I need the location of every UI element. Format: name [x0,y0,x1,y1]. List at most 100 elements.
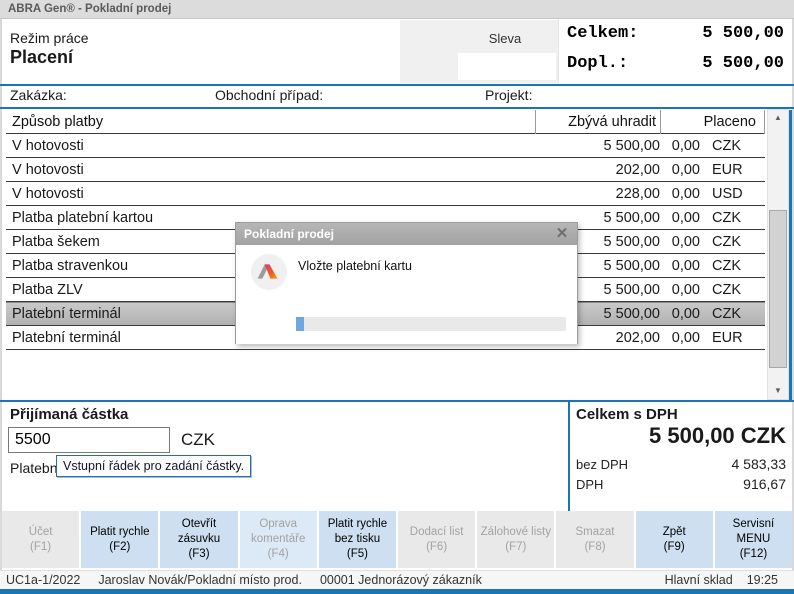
vat-value: 916,67 [743,476,786,492]
paid-cell: 0,00 [660,162,700,178]
status-warehouse: Hlavní sklad [665,573,733,587]
amount-currency-label: CZK [181,430,215,450]
business-case-label: Obchodní případ: [215,87,323,103]
button-label: Oprava komentáře [242,517,315,547]
function-button-f5[interactable]: Platit rychle bez tisku(F5) [319,511,396,568]
button-label: Zálohové listy [481,525,551,540]
currency-cell: CZK [700,258,765,274]
currency-cell: EUR [700,330,765,346]
paid-cell: 0,00 [660,210,700,226]
amount-input-tooltip: Vstupní řádek pro zadání částky. [56,455,251,477]
button-fkey: (F1) [30,540,51,555]
currency-cell: CZK [700,138,765,154]
button-label: Zpět [663,525,686,540]
dialog-titlebar: Pokladní prodej ✕ [236,223,577,245]
abra-logo-icon [250,253,288,291]
table-scrollbar[interactable]: ▲ ▼ [767,109,789,400]
payment-method-cell: V hotovosti [6,162,535,178]
window-titlebar: ABRA Gen® - Pokladní prodej [0,0,794,19]
work-mode-value: Placení [10,47,73,68]
currency-cell: CZK [700,306,765,322]
remainder-row: Dopl.: 5 500,00 [559,51,792,77]
column-header-method[interactable]: Způsob platby [6,114,535,130]
remaining-cell: 202,00 [535,162,660,178]
total-value: 5 500,00 [702,24,784,43]
button-label: Platit rychle [90,525,149,540]
status-operator: Jaroslav Novák/Pokladní místo prod. [98,573,302,587]
window-bottom-accent [0,589,794,594]
work-mode-label: Režim práce [10,30,89,46]
totals-panel: Celkem: 5 500,00 Dopl.: 5 500,00 [558,19,792,83]
without-vat-label: bez DPH [576,457,628,472]
progress-fill [296,317,304,331]
total-label: Celkem: [567,24,638,43]
column-header-paid[interactable]: Placeno [660,110,765,134]
function-button-f12[interactable]: Servisní MENU(F12) [715,511,792,568]
function-button-f7[interactable]: Zálohové listy(F7) [477,511,554,568]
divider-line [0,107,794,109]
function-button-f2[interactable]: Platit rychle(F2) [81,511,158,568]
currency-cell: USD [700,186,765,202]
function-button-f3[interactable]: Otevřít zásuvku(F3) [160,511,237,568]
table-row[interactable]: V hotovosti202,000,00EUR [6,158,765,182]
paid-cell: 0,00 [660,306,700,322]
window-title: ABRA Gen® - Pokladní prodej [8,3,171,15]
remainder-value: 5 500,00 [702,54,784,73]
order-label: Zakázka: [10,87,67,103]
vat-label: DPH [576,477,603,492]
paid-cell: 0,00 [660,258,700,274]
button-fkey: (F3) [188,547,209,562]
button-fkey: (F7) [505,540,526,555]
close-icon[interactable]: ✕ [553,223,571,245]
received-amount-label: Přijímaná částka [10,406,128,423]
table-right-border [789,110,792,400]
status-doc-number: UC1a-1/2022 [6,573,80,587]
dialog-body: Vložte platební kartu [236,245,577,344]
payments-table-header: Způsob platby Zbývá uhradit Placeno [6,110,765,134]
scrollbar-thumb[interactable] [769,210,787,368]
button-fkey: (F4) [268,547,289,562]
column-header-remaining[interactable]: Zbývá uhradit [535,110,660,134]
paid-cell: 0,00 [660,138,700,154]
button-fkey: (F5) [347,547,368,562]
project-label: Projekt: [485,87,532,103]
button-label: Otevřít zásuvku [162,517,235,547]
function-button-f6[interactable]: Dodací list(F6) [398,511,475,568]
paid-cell: 0,00 [660,330,700,346]
total-with-vat-value: 5 500,00 CZK [649,423,786,449]
total-with-vat-label: Celkem s DPH [576,406,678,423]
paid-cell: 0,00 [660,186,700,202]
button-fkey: (F6) [426,540,447,555]
discount-field[interactable] [458,53,556,80]
button-label: Dodací list [410,525,464,540]
currency-cell: EUR [700,162,765,178]
payment-method-cell: V hotovosti [6,138,535,154]
button-fkey: (F9) [664,540,685,555]
button-fkey: (F8) [584,540,605,555]
table-row[interactable]: V hotovosti5 500,000,00CZK [6,134,765,158]
currency-cell: CZK [700,234,765,250]
divider-line [0,84,794,86]
amount-input[interactable] [8,427,170,453]
currency-cell: CZK [700,210,765,226]
scroll-up-icon[interactable]: ▲ [768,110,788,126]
function-button-f9[interactable]: Zpět(F9) [636,511,713,568]
status-bar: UC1a-1/2022 Jaroslav Novák/Pokladní míst… [0,570,794,589]
payment-dialog: Pokladní prodej ✕ Vložte platební kartu [235,222,578,344]
payment-method-cell: V hotovosti [6,186,535,202]
function-button-f4[interactable]: Oprava komentáře(F4) [240,511,317,568]
discount-label: Sleva [455,31,555,46]
function-button-f1[interactable]: Účet(F1) [2,511,79,568]
dialog-message: Vložte platební kartu [298,259,412,273]
panel-divider [568,402,570,511]
button-label: Servisní MENU [717,517,790,547]
progress-bar [296,317,566,331]
status-customer: 00001 Jednorázový zákazník [320,573,482,587]
table-row[interactable]: V hotovosti228,000,00USD [6,182,765,206]
total-row: Celkem: 5 500,00 [559,21,792,47]
paid-cell: 0,00 [660,282,700,298]
scroll-down-icon[interactable]: ▼ [768,383,788,399]
currency-cell: CZK [700,282,765,298]
status-time: 19:25 [747,573,778,587]
function-button-f8[interactable]: Smazat(F8) [556,511,633,568]
